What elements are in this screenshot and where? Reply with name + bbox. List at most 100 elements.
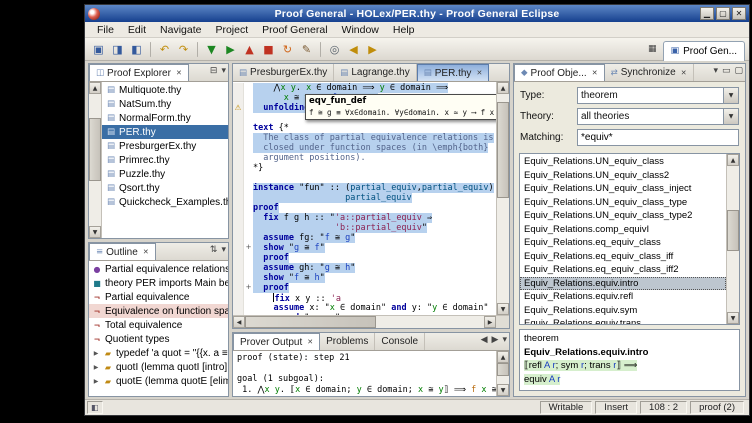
editor-line[interactable]: fix f g h :: "'a::partial_equiv ⇒ — [233, 213, 496, 223]
objects-tab[interactable]: ⇄ Synchronize ✕ — [605, 64, 694, 81]
outline-item[interactable]: ¬ Partial equivalence — [89, 290, 228, 304]
theorem-item[interactable]: Equiv_Relations.UN_equiv_class_type2 — [520, 209, 726, 223]
minimize-view-icon[interactable]: ▭ — [720, 64, 733, 81]
close-icon[interactable]: ✕ — [590, 69, 598, 77]
fold-toggle-icon[interactable] — [244, 103, 253, 113]
explorer-file[interactable]: ▤ Primrec.thy — [102, 153, 228, 167]
menu-item[interactable]: Navigate — [153, 23, 208, 37]
menu-item[interactable]: File — [90, 23, 121, 37]
menu-item[interactable]: Edit — [121, 23, 153, 37]
save-icon[interactable]: ◨ — [109, 41, 126, 58]
fold-toggle-icon[interactable] — [244, 313, 253, 315]
scroll-up-icon[interactable]: ▲ — [497, 351, 509, 363]
activate-scripting-icon[interactable]: ✎ — [298, 41, 315, 58]
menu-item[interactable]: Help — [386, 23, 422, 37]
chevron-down-icon[interactable]: ▼ — [723, 88, 738, 103]
editor-line[interactable]: assume x: "x ∈ domain" and y: "y ∈ domai… — [233, 303, 496, 313]
theorem-item[interactable]: Equiv_Relations.equiv.trans — [520, 317, 726, 324]
outline-item[interactable]: ¬ Total equivalence — [89, 318, 228, 332]
fold-toggle-icon[interactable] — [244, 203, 253, 213]
minimize-button[interactable]: ▁ — [700, 7, 714, 20]
fold-toggle-icon[interactable] — [244, 223, 253, 233]
menu-item[interactable]: Proof General — [255, 23, 334, 37]
view-menu-icon[interactable]: ▾ — [219, 243, 228, 260]
perspective-button[interactable]: ▣ Proof Gen... — [663, 41, 745, 61]
outline-item[interactable]: ▶ ▰ quotI (lemma quotI [intro]: "... — [89, 360, 228, 374]
close-icon[interactable]: ✕ — [679, 69, 687, 77]
theorem-item[interactable]: Equiv_Relations.UN_equiv_class — [520, 155, 726, 169]
editor-line[interactable]: argument positions). — [233, 153, 496, 163]
editor-line[interactable]: show "f ≅ h" — [233, 273, 496, 283]
fold-toggle-icon[interactable] — [244, 153, 253, 163]
restart-prover-icon[interactable]: ↻ — [279, 41, 296, 58]
theorem-item[interactable]: Equiv_Relations.equiv.intro — [520, 277, 726, 291]
close-icon[interactable]: ✕ — [174, 69, 182, 77]
explorer-file[interactable]: ▤ Puzzle.thy — [102, 167, 228, 181]
editor-line[interactable] — [233, 173, 496, 183]
next-output-icon[interactable]: ▶ — [490, 333, 501, 350]
tab-outline[interactable]: ≡ Outline ✕ — [89, 243, 156, 261]
outline-item[interactable]: ¬ Quotient types — [89, 332, 228, 346]
close-icon[interactable]: ✕ — [305, 338, 313, 346]
view-menu-icon[interactable]: ▾ — [500, 333, 509, 350]
close-button[interactable]: ✕ — [732, 7, 746, 20]
redo-step-icon[interactable]: ↷ — [175, 41, 192, 58]
prover-tab[interactable]: Console — [375, 333, 425, 350]
editor-line[interactable]: + proof — [233, 283, 496, 293]
forward-history-icon[interactable]: ▶ — [364, 41, 381, 58]
prover-tab[interactable]: Prover Output ✕ — [233, 333, 320, 351]
fold-toggle-icon[interactable]: + — [244, 243, 253, 253]
editor-line[interactable]: The class of partial equivalence relatio… — [233, 133, 496, 143]
theorem-item[interactable]: Equiv_Relations.UN_equiv_class_type — [520, 196, 726, 210]
title-bar[interactable]: Proof General - HOLex/PER.thy - Proof Ge… — [85, 5, 749, 22]
editor-line[interactable]: instance "fun" :: (partial_equiv,partial… — [233, 183, 496, 193]
scroll-down-icon[interactable]: ▼ — [727, 312, 739, 324]
view-menu-icon[interactable]: ▾ — [711, 64, 720, 81]
outline-item[interactable]: ▶ ▰ typedef 'a quot = "{{x. a ≡ ..." — [89, 346, 228, 360]
editor-line[interactable]: + show "g ≅ f" — [233, 243, 496, 253]
scroll-thumb[interactable] — [727, 210, 739, 251]
explorer-file[interactable]: ▤ NatSum.thy — [102, 97, 228, 111]
editor-line[interactable]: and "x ≅ y" — [233, 313, 496, 315]
editor-line[interactable]: partial_equiv — [233, 193, 496, 203]
editor-tab[interactable]: ▤ PresburgerEx.thy — [233, 64, 334, 81]
menu-item[interactable]: Window — [335, 23, 386, 37]
chevron-down-icon[interactable]: ▼ — [723, 109, 738, 124]
editor-line[interactable]: *} — [233, 163, 496, 173]
fold-toggle-icon[interactable] — [244, 123, 253, 133]
editor-tab[interactable]: ▤ Lagrange.thy — [334, 64, 416, 81]
editor-line[interactable]: fix x y :: 'a — [233, 293, 496, 303]
matching-input[interactable] — [577, 129, 739, 146]
close-icon[interactable]: ✕ — [474, 69, 482, 77]
scroll-up-icon[interactable]: ▲ — [497, 82, 509, 94]
collapse-all-icon[interactable]: ⊟ — [208, 64, 220, 81]
expander-icon[interactable]: ▶ — [92, 378, 100, 385]
tab-proof-explorer[interactable]: ◫ Proof Explorer ✕ — [89, 64, 189, 82]
outline-item[interactable]: ● Partial equivalence relations — [89, 262, 228, 276]
stop-prover-icon[interactable]: ■ — [260, 41, 277, 58]
scroll-right-icon[interactable]: ▶ — [484, 316, 496, 328]
theorem-item[interactable]: Equiv_Relations.UN_equiv_class2 — [520, 169, 726, 183]
theorem-item[interactable]: Equiv_Relations.eq_equiv_class_iff — [520, 250, 726, 264]
open-perspective-icon[interactable]: ▦ — [646, 42, 659, 56]
goto-point-icon[interactable]: ▶ — [222, 41, 239, 58]
undo-step-icon[interactable]: ↶ — [156, 41, 173, 58]
type-combo[interactable]: theorem ▼ — [577, 87, 739, 104]
maximize-button[interactable]: ▢ — [716, 7, 730, 20]
editor-line[interactable]: 'b::partial_equiv" — [233, 223, 496, 233]
fold-toggle-icon[interactable] — [244, 113, 253, 123]
theorem-item[interactable]: Equiv_Relations.equiv.refl — [520, 290, 726, 304]
scroll-thumb[interactable] — [497, 102, 509, 198]
scroll-down-icon[interactable]: ▼ — [497, 303, 509, 315]
editor-line[interactable]: closed under function spaces (in \emph{b… — [233, 143, 496, 153]
fastview-icon[interactable]: ◧ — [87, 401, 103, 414]
editor-line[interactable]: proof — [233, 253, 496, 263]
menu-item[interactable]: Project — [208, 23, 255, 37]
editor-text-area[interactable]: ⋀x y. x ∈ domain ⟹ y ∈ domain ⟹ x ≅ y ⟹ … — [233, 82, 496, 315]
expander-icon[interactable]: ▶ — [92, 350, 100, 357]
fold-toggle-icon[interactable] — [244, 83, 253, 93]
fold-toggle-icon[interactable] — [244, 163, 253, 173]
view-menu-icon[interactable]: ▾ — [219, 64, 228, 81]
fold-toggle-icon[interactable] — [244, 133, 253, 143]
scroll-thumb[interactable] — [497, 363, 509, 376]
